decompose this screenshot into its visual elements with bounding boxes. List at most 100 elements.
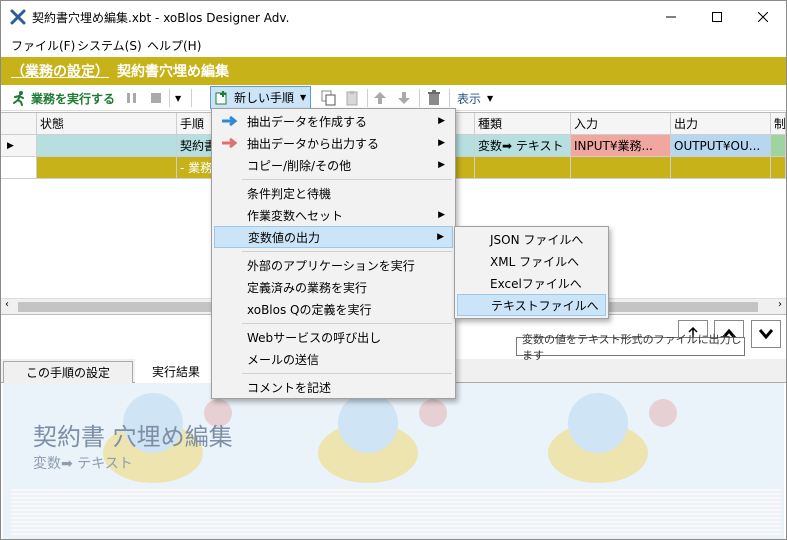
trash-icon [428, 90, 440, 105]
submenu-item-label: XML ファイルへ [490, 254, 580, 269]
blue-arrow-icon [222, 115, 238, 127]
move-down-button[interactable] [397, 88, 411, 108]
cell-extra[interactable] [771, 157, 786, 179]
stop-icon [151, 93, 161, 103]
pause-button[interactable] [126, 88, 138, 108]
copy-button[interactable] [321, 88, 337, 108]
menu-item-set-variable[interactable]: 作業変数へセット ▶ [214, 204, 453, 226]
submenu-arrow-icon: ▶ [438, 210, 445, 220]
run-options-dropdown[interactable]: ▼ [175, 88, 181, 108]
paste-icon [346, 91, 358, 106]
menu-item-label: メールの送信 [247, 352, 320, 367]
stop-button[interactable] [150, 88, 162, 108]
menu-item-output-variable[interactable]: 変数値の出力 ▶ [214, 226, 453, 248]
paste-button[interactable] [345, 88, 361, 108]
menu-system[interactable]: システム(S) [77, 37, 142, 54]
submenu-item-json[interactable]: JSON ファイルへ [457, 228, 606, 250]
submenu-item-label: JSON ファイルへ [490, 232, 584, 247]
xoblos-logo-icon [10, 9, 26, 25]
col-header-input[interactable]: 入力 [571, 113, 671, 135]
cell-input[interactable] [571, 157, 671, 179]
submenu-item-xml[interactable]: XML ファイルへ [457, 250, 606, 272]
menu-item-write-comment[interactable]: コメントを記述 [214, 376, 453, 398]
menu-item-label: 抽出データから出力する [247, 136, 380, 151]
toolbar-separator [367, 89, 368, 107]
menu-item-label: コピー/削除/その他 [247, 158, 352, 173]
menu-item-run-defined-job[interactable]: 定義済みの業務を実行 [214, 276, 453, 298]
cell-extra[interactable] [771, 135, 786, 157]
menu-item-label: 定義済みの業務を実行 [247, 280, 368, 295]
submenu-item-label: テキストファイルへ [491, 298, 599, 313]
job-settings-link[interactable]: （業務の設定） [11, 61, 109, 81]
run-job-button[interactable]: 業務を実行する [11, 88, 115, 108]
new-step-button[interactable]: 新しい手順 ▼ [210, 86, 312, 109]
submenu-item-text[interactable]: テキストファイルへ [457, 294, 606, 316]
menu-separator [242, 373, 452, 374]
row-selector[interactable] [1, 157, 37, 179]
menu-item-send-mail[interactable]: メールの送信 [214, 348, 453, 370]
cell-status[interactable] [37, 157, 177, 179]
menu-item-label: Webサービスの呼び出し [247, 330, 382, 345]
dropdown-arrow-icon: ▼ [175, 93, 182, 103]
col-header-type[interactable]: 種類 [475, 113, 571, 135]
copy-icon [321, 90, 336, 106]
expand-down-button[interactable] [751, 320, 781, 348]
toolbar-separator [191, 89, 192, 107]
app-window: 契約書穴埋め編集.xbt - xoBlos Designer Adv. ファイル… [0, 0, 787, 540]
job-name: 契約書穴埋め編集 [117, 64, 229, 80]
menu-item-label: 作業変数へセット [247, 208, 344, 223]
pause-icon [127, 93, 136, 103]
cell-input[interactable]: INPUT¥業務... [571, 135, 671, 157]
cell-type[interactable]: 変数➡ テキスト [475, 135, 571, 157]
menu-item-condition-wait[interactable]: 条件判定と待機 [214, 182, 453, 204]
row-header-corner [1, 113, 37, 135]
tab-run-result[interactable]: 実行結果 [135, 359, 217, 384]
submenu-arrow-icon: ▶ [437, 232, 444, 242]
menu-item-call-webservice[interactable]: Webサービスの呼び出し [214, 326, 453, 348]
red-arrow-icon [222, 137, 238, 149]
menu-help[interactable]: ヘルプ(H) [147, 37, 201, 54]
toolbar-separator [449, 89, 450, 107]
cell-output[interactable] [671, 157, 771, 179]
maximize-button[interactable] [694, 1, 740, 32]
dropdown-arrow-icon: ▼ [300, 93, 307, 102]
submenu-item-excel[interactable]: Excelファイルへ [457, 272, 606, 294]
view-dropdown[interactable]: 表示 ▼ [457, 88, 493, 108]
new-step-label: 新しい手順 [234, 91, 295, 105]
row-selector[interactable]: ▶ [1, 135, 37, 157]
toolbar-separator [169, 89, 170, 107]
tab-step-settings[interactable]: この手順の設定 [3, 361, 133, 383]
cell-output[interactable]: OUTPUT¥OU... [671, 135, 771, 157]
cell-type[interactable] [475, 157, 571, 179]
new-step-menu: 抽出データを作成する ▶ 抽出データから出力する ▶ コピー/削除/その他 ▶ … [211, 108, 456, 399]
job-banner: （業務の設定） 契約書穴埋め編集 [1, 57, 786, 85]
menu-item-output-extract[interactable]: 抽出データから出力する ▶ [214, 132, 453, 154]
arrow-up-icon [374, 92, 386, 104]
submenu-arrow-icon: ▶ [438, 160, 445, 170]
minimize-button[interactable] [648, 1, 694, 32]
move-up-button[interactable] [373, 88, 387, 108]
col-header-status[interactable]: 状態 [37, 113, 177, 135]
scroll-left-icon[interactable]: ‹ [5, 299, 9, 310]
menu-item-run-external-app[interactable]: 外部のアプリケーションを実行 [214, 254, 453, 276]
window-title: 契約書穴埋め編集.xbt - xoBlos Designer Adv. [32, 11, 290, 25]
output-variable-submenu: JSON ファイルへ XML ファイルへ Excelファイルへ テキストファイル… [454, 226, 609, 319]
col-header-extra[interactable]: 制 [771, 113, 786, 135]
col-header-output[interactable]: 出力 [671, 113, 771, 135]
menu-item-run-xoblos-q[interactable]: xoBlos Qの定義を実行 [214, 298, 453, 320]
tooltip: 変数の値をテキスト形式のファイルに出力します [516, 333, 745, 362]
menu-item-label: 変数値の出力 [248, 230, 321, 245]
cell-status[interactable] [37, 135, 177, 157]
close-button[interactable] [740, 1, 786, 32]
delete-button[interactable] [427, 88, 441, 108]
menu-separator [242, 323, 452, 324]
menu-file[interactable]: ファイル(F) [11, 37, 75, 54]
scroll-right-icon[interactable]: › [778, 299, 782, 310]
menu-item-label: xoBlos Qの定義を実行 [247, 302, 372, 317]
menu-separator [242, 251, 452, 252]
submenu-arrow-icon: ▶ [438, 138, 445, 148]
menu-item-copy-delete[interactable]: コピー/削除/その他 ▶ [214, 154, 453, 176]
run-job-label: 業務を実行する [31, 91, 116, 106]
menu-item-create-extract[interactable]: 抽出データを作成する ▶ [214, 110, 453, 132]
menu-item-label: 外部のアプリケーションを実行 [247, 258, 415, 273]
